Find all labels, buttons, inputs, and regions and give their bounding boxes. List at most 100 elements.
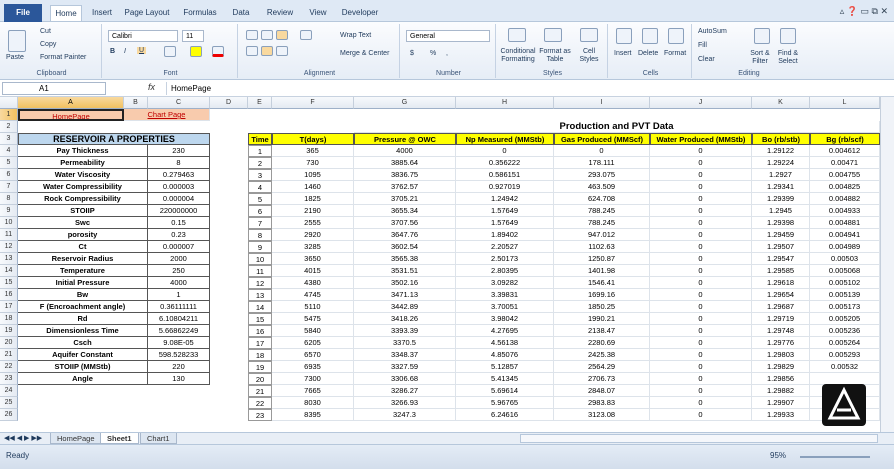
- tab-review[interactable]: Review: [262, 5, 298, 21]
- row-header-18[interactable]: 18: [0, 313, 18, 325]
- column-header-B[interactable]: B: [124, 97, 148, 109]
- row-header-14[interactable]: 14: [0, 265, 18, 277]
- sort-filter-button[interactable]: Sort & Filter: [746, 50, 774, 66]
- row-header-5[interactable]: 5: [0, 157, 18, 169]
- column-header-J[interactable]: J: [650, 97, 752, 109]
- column-header-H[interactable]: H: [456, 97, 554, 109]
- format-as-table-button[interactable]: Format as Table: [538, 48, 572, 64]
- column-header-I[interactable]: I: [554, 97, 650, 109]
- sheet-tab-chart1[interactable]: Chart1: [140, 433, 177, 444]
- row-header-4[interactable]: 4: [0, 145, 18, 157]
- row-header-7[interactable]: 7: [0, 181, 18, 193]
- cut-button[interactable]: Cut: [40, 28, 51, 35]
- insert-button[interactable]: Insert: [614, 50, 632, 57]
- align-top-icon[interactable]: [246, 30, 258, 40]
- paste-button[interactable]: Paste: [6, 54, 24, 61]
- tab-home[interactable]: Home: [50, 5, 82, 21]
- wrap-text-button[interactable]: Wrap Text: [340, 32, 371, 39]
- name-box[interactable]: A1: [2, 82, 106, 95]
- tab-page-layout[interactable]: Page Layout: [122, 5, 172, 21]
- row-header-6[interactable]: 6: [0, 169, 18, 181]
- comma-button[interactable]: ,: [446, 50, 448, 57]
- column-header-F[interactable]: F: [272, 97, 354, 109]
- delete-button[interactable]: Delete: [638, 50, 658, 57]
- row-header-9[interactable]: 9: [0, 205, 18, 217]
- font-size-select[interactable]: 11: [182, 30, 204, 42]
- worksheet-grid[interactable]: A B C D E F G H I J K L 1 2 3 4 5 6 7 8 9 10 11 12 13 14 15 16 17 18 1…: [0, 97, 880, 432]
- tab-formulas[interactable]: Formulas: [178, 5, 222, 21]
- row-header-21[interactable]: 21: [0, 349, 18, 361]
- bold-button[interactable]: B: [110, 48, 115, 55]
- font-color-icon[interactable]: [212, 46, 224, 57]
- row-header-1[interactable]: 1: [0, 109, 18, 121]
- format-button[interactable]: Format: [664, 50, 686, 57]
- italic-button[interactable]: I: [124, 48, 126, 55]
- borders-icon[interactable]: [164, 46, 176, 57]
- merge-center-button[interactable]: Merge & Center: [340, 50, 389, 57]
- conditional-formatting-button[interactable]: Conditional Formatting: [498, 48, 538, 64]
- fill-button[interactable]: Fill: [698, 42, 707, 49]
- column-header-D[interactable]: D: [210, 97, 248, 109]
- sheet-nav-arrows[interactable]: ◀◀ ◀ ▶ ▶▶: [4, 434, 42, 442]
- align-bottom-icon[interactable]: [276, 30, 288, 40]
- row-header-12[interactable]: 12: [0, 241, 18, 253]
- link-homepage[interactable]: HomePage: [18, 109, 124, 121]
- row-header-22[interactable]: 22: [0, 361, 18, 373]
- tab-view[interactable]: View: [304, 5, 332, 21]
- row-header-16[interactable]: 16: [0, 289, 18, 301]
- cell-styles-icon[interactable]: [580, 28, 598, 42]
- column-header-K[interactable]: K: [752, 97, 810, 109]
- select-all-corner[interactable]: [0, 97, 18, 109]
- window-controls[interactable]: ▵ ❓ ▭ ⧉ ✕: [840, 6, 888, 17]
- conditional-formatting-icon[interactable]: [508, 28, 526, 42]
- clear-button[interactable]: Clear: [698, 56, 715, 63]
- format-table-icon[interactable]: [544, 28, 562, 42]
- insert-cells-icon[interactable]: [616, 28, 632, 44]
- row-header-20[interactable]: 20: [0, 337, 18, 349]
- column-header-G[interactable]: G: [354, 97, 456, 109]
- row-header-24[interactable]: 24: [0, 385, 18, 397]
- fill-color-icon[interactable]: [190, 46, 202, 57]
- row-header-15[interactable]: 15: [0, 277, 18, 289]
- link-chart-page[interactable]: Chart Page: [124, 109, 210, 121]
- row-header-13[interactable]: 13: [0, 253, 18, 265]
- row-header-11[interactable]: 11: [0, 229, 18, 241]
- cell-styles-button[interactable]: Cell Styles: [574, 48, 604, 64]
- sheet-tab-homepage[interactable]: HomePage: [50, 433, 102, 444]
- align-middle-icon[interactable]: [261, 30, 273, 40]
- orientation-icon[interactable]: [300, 30, 312, 40]
- copy-button[interactable]: Copy: [40, 41, 56, 48]
- column-header-C[interactable]: C: [148, 97, 210, 109]
- tab-file[interactable]: File: [4, 4, 42, 22]
- row-header-3[interactable]: 3: [0, 133, 18, 145]
- row-header-19[interactable]: 19: [0, 325, 18, 337]
- row-header-2[interactable]: 2: [0, 121, 18, 133]
- row-header-26[interactable]: 26: [0, 409, 18, 421]
- tab-developer[interactable]: Developer: [338, 5, 382, 21]
- align-left-icon[interactable]: [246, 46, 258, 56]
- paste-icon[interactable]: [8, 30, 26, 52]
- formula-input[interactable]: HomePage: [166, 82, 874, 95]
- horizontal-scrollbar[interactable]: [520, 434, 878, 443]
- fx-icon[interactable]: fx: [148, 82, 155, 92]
- zoom-level[interactable]: 95%: [770, 451, 786, 460]
- sheet-tab-sheet1[interactable]: Sheet1: [100, 433, 139, 444]
- vertical-scrollbar[interactable]: [880, 97, 894, 432]
- format-cells-icon[interactable]: [668, 28, 684, 44]
- tab-insert[interactable]: Insert: [86, 5, 118, 21]
- column-header-E[interactable]: E: [248, 97, 272, 109]
- find-select-button[interactable]: Find & Select: [774, 50, 802, 66]
- font-name-select[interactable]: Calibri: [108, 30, 178, 42]
- find-select-icon[interactable]: [780, 28, 796, 44]
- row-header-25[interactable]: 25: [0, 397, 18, 409]
- align-center-icon[interactable]: [261, 46, 273, 56]
- row-header-8[interactable]: 8: [0, 193, 18, 205]
- row-header-10[interactable]: 10: [0, 217, 18, 229]
- zoom-slider[interactable]: [800, 456, 870, 458]
- format-painter-button[interactable]: Format Painter: [40, 54, 86, 61]
- currency-button[interactable]: $: [410, 50, 414, 57]
- align-right-icon[interactable]: [276, 46, 288, 56]
- number-format-select[interactable]: General: [406, 30, 490, 42]
- delete-cells-icon[interactable]: [642, 28, 658, 44]
- underline-button[interactable]: U: [137, 47, 147, 54]
